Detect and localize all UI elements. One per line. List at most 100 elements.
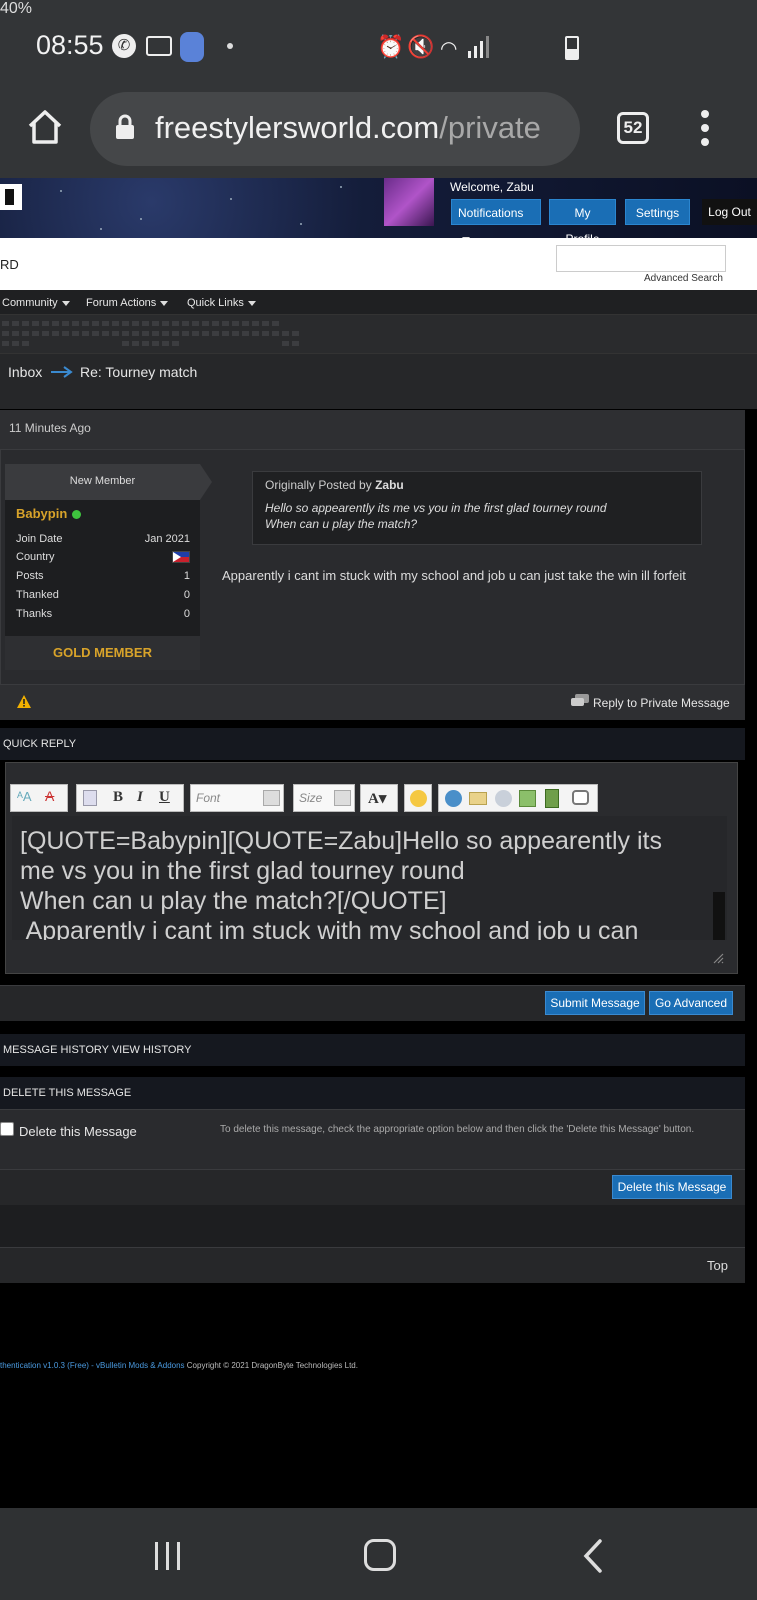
delete-checkbox-label[interactable]: Delete this Message [19,1124,137,1139]
battery-percent: 40% [0,0,33,17]
smilie-button[interactable] [404,784,432,812]
voicemail-icon [146,36,172,56]
top-link-row [0,1247,745,1283]
username-link[interactable]: Babypin [16,506,67,521]
more-options-icon[interactable] [700,108,710,148]
post-body: Apparently i cant im stuck with my schoo… [222,568,686,583]
message-textarea[interactable]: [QUOTE=Babypin][QUOTE=Zabu]Hello so appe… [12,816,727,940]
font-select-placeholder: Font [196,791,221,805]
avatar[interactable] [384,178,434,226]
clock: 08:55 [36,30,104,60]
breadcrumb-current: Re: Tourney match [80,364,198,380]
stat-value: 0 [183,608,190,620]
chevron-down-icon [263,790,280,806]
nav-community[interactable]: Community [2,297,70,309]
quote-icon[interactable] [572,790,589,805]
battery-icon [565,36,579,60]
quote-line: When can u play the match? [265,517,418,531]
recent-apps-icon[interactable] [153,1542,183,1570]
go-advanced-button[interactable]: Go Advanced [649,991,733,1015]
footer [0,1290,757,1508]
toolbar-style-group: B I U [76,784,184,812]
my-profile-button[interactable]: My Profile [549,199,616,246]
rank-arrow [200,464,212,500]
font-select[interactable]: Font [190,784,284,812]
alarm-icon: ⏰ [377,34,405,59]
reply-icon [571,694,589,708]
email-icon[interactable] [469,792,487,805]
settings-button[interactable]: Settings [625,199,690,225]
delete-message-button[interactable]: Delete this Message [612,1175,732,1199]
home-icon[interactable] [26,108,64,146]
quote-attribution: Originally Posted by Zabu [265,478,404,492]
remove-format-icon[interactable]: A [45,788,54,804]
site-logo[interactable] [0,184,22,210]
logo-letter [5,189,14,205]
textarea-scrollbar[interactable] [713,892,725,940]
image-icon[interactable] [519,790,536,807]
post-header [0,410,745,450]
nav-forum-actions[interactable]: Forum Actions [86,297,169,309]
quote-line: Hello so appearently its me vs you in th… [265,501,607,515]
breadcrumb-inbox[interactable]: Inbox [8,364,42,380]
footer-vbulletin-link[interactable]: thentication v1.0.3 (Free) - vBulletin M… [0,1361,185,1370]
stat-value: Jan 2021 [144,533,190,545]
smilie-icon [410,790,427,807]
warning-icon[interactable] [16,694,32,709]
quote-author[interactable]: Zabu [375,478,404,492]
chevron-down-icon [61,300,70,306]
phone-icon: ✆ [112,34,136,58]
search-input[interactable] [556,245,726,272]
assistant-icon [180,32,204,62]
url-text[interactable]: freestylersworld.com/private [155,110,541,146]
chevron-down-icon [334,790,351,806]
philippines-flag-icon [172,551,190,563]
delete-help-text: To delete this message, check the approp… [220,1124,695,1135]
stat-value: 0 [183,589,190,601]
top-link[interactable]: Top [707,1258,728,1273]
stat-label: Posts [16,570,44,582]
quick-reply-heading: QUICK REPLY [0,728,745,760]
welcome-text: Welcome, Zabu [450,180,534,194]
unlink-icon[interactable] [495,790,512,807]
resize-handle-icon[interactable] [712,951,724,964]
delete-checkbox[interactable] [0,1122,14,1136]
italic-icon[interactable]: I [137,789,143,806]
arrow-right-icon [50,364,74,380]
tab-switcher-button[interactable]: 52 [617,112,649,144]
chevron-down-icon [160,300,169,306]
video-icon[interactable] [545,789,559,808]
reply-to-pm-link[interactable]: Reply to Private Message [593,696,730,710]
paste-icon[interactable] [83,790,97,806]
chevron-down-icon [247,300,256,306]
footer-copyright: Copyright © 2021 DragonByte Technologies… [186,1361,358,1370]
advanced-search-link[interactable]: Advanced Search [644,273,723,284]
post-time: 11 Minutes Ago [9,421,91,435]
logout-button[interactable]: Log Out [702,199,757,225]
nav-quick-links[interactable]: Quick Links [187,297,256,309]
size-select[interactable]: Size [293,784,355,812]
online-status-icon [72,510,81,519]
delete-options-row [0,1109,745,1169]
text-color-button[interactable]: A▾ [360,784,398,812]
message-text: [QUOTE=Babypin][QUOTE=Zabu]Hello so appe… [20,827,662,940]
bold-icon[interactable]: B [113,789,123,806]
link-icon[interactable] [445,790,462,807]
delete-message-heading: DELETE THIS MESSAGE [0,1077,745,1109]
font-size-icon[interactable]: ᴬA [17,789,32,804]
gold-member-badge: GOLD MEMBER [53,645,152,660]
notifications-button[interactable]: Notifications [451,199,541,243]
size-select-placeholder: Size [299,791,323,805]
message-history-heading[interactable]: MESSAGE HISTORY VIEW HISTORY [0,1034,745,1066]
submit-message-button[interactable]: Submit Message [545,991,645,1015]
back-icon[interactable] [582,1538,604,1574]
breadcrumb [0,353,757,409]
stat-label: Country [16,551,55,563]
underline-icon[interactable]: U [159,789,170,806]
toolbar-format-group: ᴬA A [10,784,68,812]
mute-icon: 🔇 [407,34,435,59]
home-button-icon[interactable] [364,1539,396,1571]
stat-value: 1 [183,570,190,582]
site-name: RD [0,257,19,272]
user-rank: New Member [69,475,136,487]
